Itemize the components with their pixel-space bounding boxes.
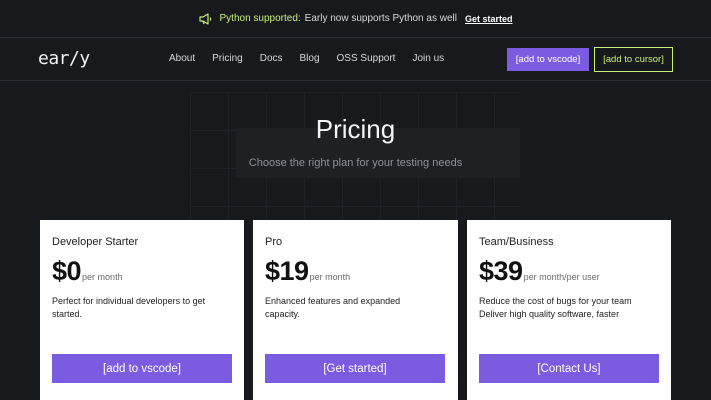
plan-card-pro: Pro $19 per month Enhanced features and …: [253, 220, 458, 400]
plan-contact-us-button[interactable]: [Contact Us]: [479, 354, 659, 383]
plan-price-row: $19 per month: [265, 256, 350, 287]
nav-link-about[interactable]: About: [169, 53, 195, 64]
plan-name: Pro: [265, 236, 283, 248]
plan-price-row: $39 per month/per user: [479, 256, 600, 287]
plan-period: per month: [82, 272, 123, 282]
top-navigation: ear/y About Pricing Docs Blog OSS Suppor…: [0, 38, 711, 81]
plan-card-developer-starter: Developer Starter $0 per month Perfect f…: [40, 220, 244, 400]
nav-link-pricing[interactable]: Pricing: [212, 53, 243, 64]
plan-description: Enhanced features and expanded capacity.: [265, 296, 401, 319]
plan-description: Reduce the cost of bugs for your team De…: [479, 296, 632, 319]
plan-price-row: $0 per month: [52, 256, 123, 287]
plan-price: $39: [479, 256, 523, 286]
plan-name: Developer Starter: [52, 236, 139, 248]
plan-name: Team/Business: [479, 236, 554, 248]
logo[interactable]: ear/y: [38, 48, 90, 69]
plan-period: per month/per user: [523, 272, 600, 282]
plan-add-to-vscode-button[interactable]: [add to vscode]: [52, 354, 232, 383]
nav-link-join-us[interactable]: Join us: [412, 53, 444, 64]
plan-get-started-button[interactable]: [Get started]: [265, 354, 445, 383]
add-to-cursor-button[interactable]: [add to cursor]: [594, 47, 673, 72]
nav-link-docs[interactable]: Docs: [260, 53, 283, 64]
nav-link-blog[interactable]: Blog: [300, 53, 320, 64]
announcement-text: Early now supports Python as well: [304, 13, 457, 24]
plan-price: $0: [52, 256, 82, 286]
nav-link-oss-support[interactable]: OSS Support: [337, 53, 396, 64]
nav-links: About Pricing Docs Blog OSS Support Join…: [169, 53, 461, 64]
page-subtitle: Choose the right plan for your testing n…: [248, 157, 463, 169]
hero-section: Pricing Choose the right plan for your t…: [0, 82, 711, 220]
announcement-bar: Python supported: Early now supports Pyt…: [0, 0, 711, 38]
add-to-vscode-button[interactable]: [add to vscode]: [507, 48, 589, 71]
plan-card-team-business: Team/Business $39 per month/per user Red…: [467, 220, 671, 400]
megaphone-icon: [198, 12, 211, 25]
announcement-highlight: Python supported:: [219, 13, 301, 24]
plan-price: $19: [265, 256, 309, 286]
page-title: Pricing: [315, 114, 396, 144]
plan-description: Perfect for individual developers to get…: [52, 296, 206, 319]
plan-period: per month: [309, 272, 351, 282]
announcement-get-started-link[interactable]: Get started: [465, 14, 513, 24]
